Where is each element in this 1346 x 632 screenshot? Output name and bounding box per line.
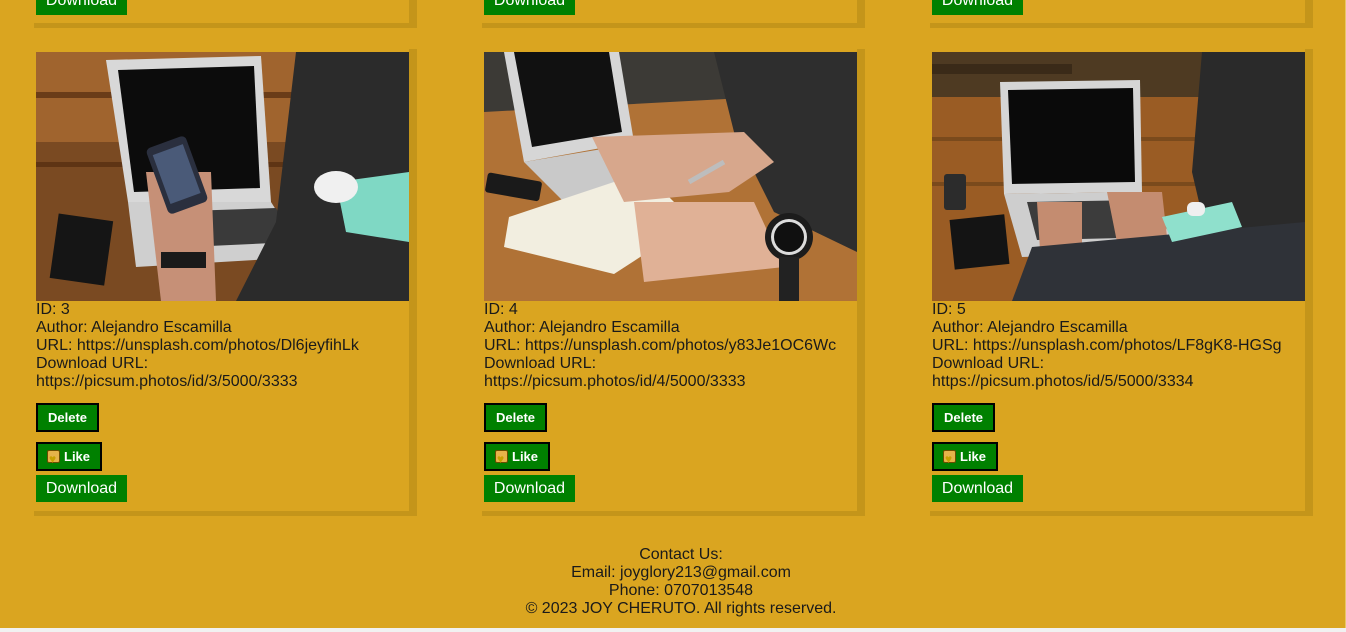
download-button[interactable]: Download [484, 475, 575, 502]
photo-thumbnail [932, 52, 1305, 301]
horizontal-scrollbar[interactable] [0, 628, 1346, 632]
heart-icon [495, 447, 508, 472]
photo-id: ID: 4 [484, 301, 518, 318]
photo-meta: ID: 4 Author: Alejandro Escamilla URL: h… [484, 301, 857, 391]
photo-url: URL: https://unsplash.com/photos/Dl6jeyf… [36, 337, 359, 354]
heart-icon [47, 447, 60, 472]
like-label: Like [960, 449, 987, 464]
delete-button[interactable]: Delete [36, 403, 99, 432]
download-button[interactable]: Download [932, 0, 1023, 15]
footer: Contact Us: Email: joyglory213@gmail.com… [0, 546, 1346, 618]
like-label: Like [64, 449, 91, 464]
contact-heading: Contact Us: [639, 546, 723, 563]
photo-url: URL: https://unsplash.com/photos/LF8gK8-… [932, 337, 1282, 354]
photo-meta: ID: 3 Author: Alejandro Escamilla URL: h… [36, 301, 409, 391]
photo-card: ID: 5 Author: Alejandro Escamilla URL: h… [930, 49, 1313, 516]
photo-author: Author: Alejandro Escamilla [932, 319, 1128, 336]
photo-card: ID: 3 Author: Alejandro Escamilla URL: h… [34, 49, 417, 516]
download-button[interactable]: Download [932, 475, 1023, 502]
download-url-label: Download URL: [484, 355, 597, 372]
card-top-2: Download [482, 0, 865, 28]
like-button[interactable]: Like [36, 442, 102, 472]
contact-phone: Phone: 0707013548 [608, 582, 754, 599]
like-button[interactable]: Like [932, 442, 998, 472]
download-button[interactable]: Download [36, 0, 127, 15]
copyright: © 2023 JOY CHERUTO. All rights reserved. [525, 600, 837, 617]
photo-card: ID: 4 Author: Alejandro Escamilla URL: h… [482, 49, 865, 516]
download-url: https://picsum.photos/id/5/5000/3334 [932, 373, 1194, 390]
photo-author: Author: Alejandro Escamilla [484, 319, 680, 336]
card-top-1: Download [34, 0, 417, 28]
card-top-3: Download [930, 0, 1313, 28]
heart-icon [943, 447, 956, 472]
delete-button[interactable]: Delete [932, 403, 995, 432]
download-button[interactable]: Download [36, 475, 127, 502]
photo-url: URL: https://unsplash.com/photos/y83Je1O… [484, 337, 837, 354]
photo-thumbnail [36, 52, 409, 301]
photo-thumbnail [484, 52, 857, 301]
photo-id: ID: 5 [932, 301, 966, 318]
download-url-label: Download URL: [36, 355, 149, 372]
download-button[interactable]: Download [484, 0, 575, 15]
download-url: https://picsum.photos/id/3/5000/3333 [36, 373, 298, 390]
photo-id: ID: 3 [36, 301, 70, 318]
like-label: Like [512, 449, 539, 464]
like-button[interactable]: Like [484, 442, 550, 472]
download-url: https://picsum.photos/id/4/5000/3333 [484, 373, 746, 390]
delete-button[interactable]: Delete [484, 403, 547, 432]
photo-author: Author: Alejandro Escamilla [36, 319, 232, 336]
contact-email: Email: joyglory213@gmail.com [571, 564, 791, 581]
download-url-label: Download URL: [932, 355, 1045, 372]
photo-meta: ID: 5 Author: Alejandro Escamilla URL: h… [932, 301, 1305, 391]
